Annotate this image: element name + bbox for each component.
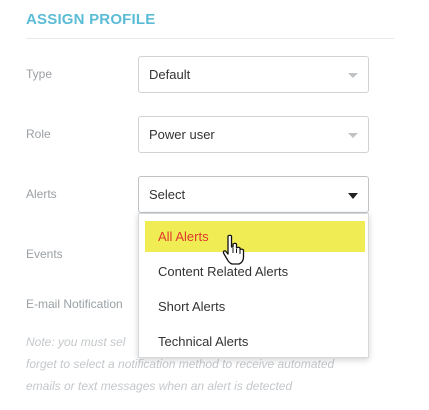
- type-select[interactable]: Default: [138, 56, 369, 93]
- note-line-3: emails or text messages when an alert is…: [26, 379, 293, 393]
- role-select[interactable]: Power user: [138, 116, 369, 153]
- alerts-label: Alerts: [26, 187, 57, 201]
- alerts-dropdown: All Alerts Content Related Alerts Short …: [138, 213, 369, 358]
- alerts-select[interactable]: Select: [138, 176, 369, 213]
- role-select-value: Power user: [149, 127, 215, 142]
- email-notification-label: E-mail Notification: [26, 297, 123, 311]
- role-label: Role: [26, 127, 51, 141]
- type-label: Type: [26, 67, 53, 81]
- dropdown-option-all-alerts[interactable]: All Alerts: [145, 221, 365, 252]
- dropdown-option-content-related-alerts[interactable]: Content Related Alerts: [145, 256, 365, 287]
- dropdown-option-technical-alerts[interactable]: Technical Alerts: [145, 326, 365, 357]
- chevron-down-icon: [348, 192, 358, 199]
- alerts-select-value: Select: [149, 187, 186, 202]
- events-label: Events: [26, 247, 63, 261]
- divider: [26, 38, 394, 39]
- hand-pointer-icon: [222, 234, 245, 265]
- chevron-down-icon: [348, 72, 358, 78]
- type-select-value: Default: [149, 67, 191, 82]
- chevron-down-icon: [348, 132, 358, 138]
- section-title: ASSIGN PROFILE: [26, 11, 156, 28]
- dropdown-option-short-alerts[interactable]: Short Alerts: [145, 291, 365, 322]
